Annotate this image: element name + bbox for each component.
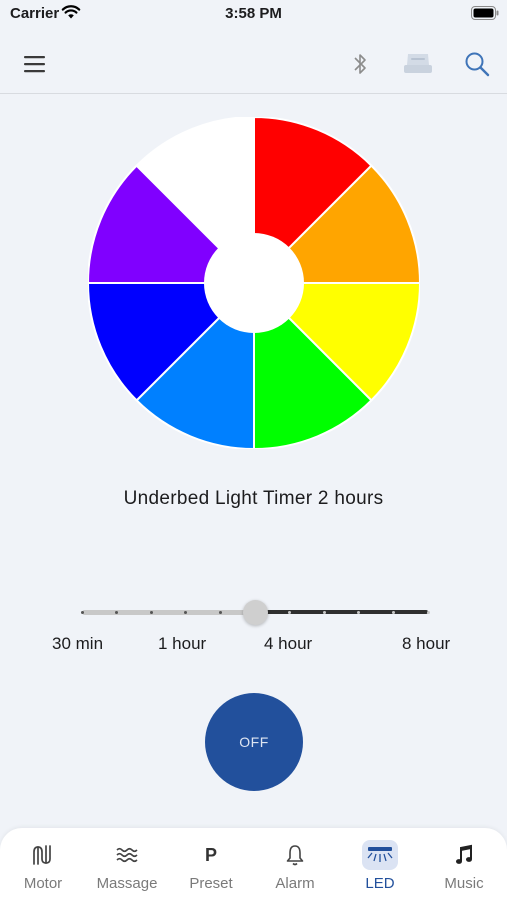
slider-track-filled <box>82 610 257 615</box>
tab-led[interactable]: LED <box>338 828 422 900</box>
tab-alarm[interactable]: Alarm <box>253 828 337 900</box>
bluetooth-icon[interactable] <box>342 46 378 82</box>
slider-tick <box>391 611 395 614</box>
slider-label-8-hour: 8 hour <box>402 634 451 653</box>
tab-label: Motor <box>23 875 63 892</box>
timer-label: Underbed Light Timer 2 hours <box>123 488 384 509</box>
status-bar: Carrier 3:58 PM <box>0 0 507 30</box>
color-wheel[interactable] <box>88 117 420 449</box>
top-nav-bar <box>0 38 507 94</box>
hamburger-menu-icon[interactable] <box>17 46 53 82</box>
led-light-icon <box>362 840 398 870</box>
search-icon[interactable] <box>459 46 495 82</box>
bottom-tab-bar: Motor Massage P Preset Alarm LED Music <box>0 828 507 900</box>
tab-label: Preset <box>189 875 233 892</box>
color-wheel-center <box>204 233 304 333</box>
power-off-button[interactable]: OFF <box>205 693 303 791</box>
slider-tick <box>322 611 326 614</box>
slider-tick <box>218 611 222 614</box>
slider-tick <box>80 611 84 614</box>
tab-preset[interactable]: P Preset <box>169 828 253 900</box>
tab-label: Massage <box>96 875 158 892</box>
tab-massage[interactable]: Massage <box>85 828 169 900</box>
tab-music[interactable]: Music <box>422 828 506 900</box>
slider-label-1-hour: 1 hour <box>158 634 207 653</box>
preset-glyph: P <box>204 844 217 865</box>
tab-label: LED <box>365 875 395 892</box>
slider-tick <box>426 611 430 614</box>
slider-thumb[interactable] <box>242 600 268 625</box>
bed-icon[interactable] <box>400 46 436 82</box>
slider-label-30-min: 30 min <box>52 634 104 653</box>
slider-tick <box>149 611 153 614</box>
tab-label: Music <box>444 875 484 892</box>
slider-track-remaining <box>255 610 428 614</box>
music-note-icon <box>446 840 482 870</box>
alarm-bell-icon <box>277 840 313 870</box>
slider-label-4-hour: 4 hour <box>264 634 313 653</box>
clock: 3:58 PM <box>225 5 282 22</box>
tab-label: Alarm <box>275 875 315 892</box>
massage-waves-icon <box>109 840 145 870</box>
battery-icon <box>471 6 499 25</box>
timer-slider[interactable] <box>80 598 430 628</box>
preset-p-icon: P <box>193 840 229 870</box>
motor-icon <box>25 840 61 870</box>
tab-motor[interactable]: Motor <box>1 828 85 900</box>
